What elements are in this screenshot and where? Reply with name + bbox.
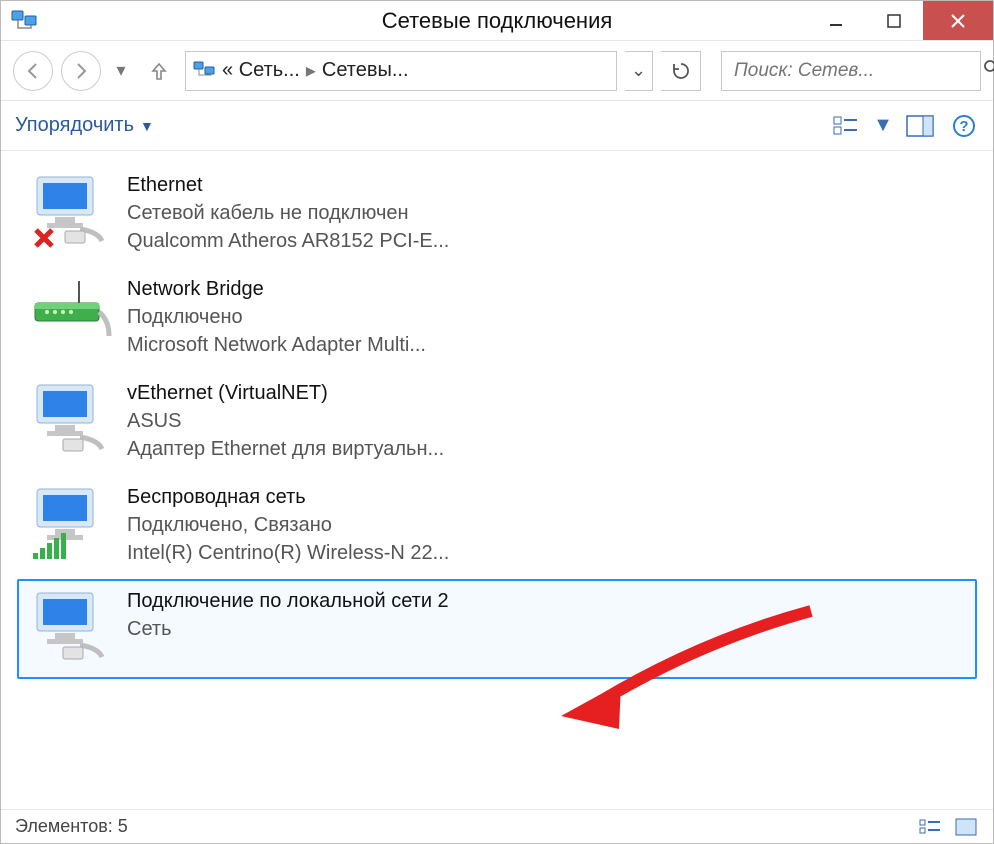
bridge-icon xyxy=(25,275,113,355)
preview-pane-icon[interactable] xyxy=(905,113,935,139)
address-bar[interactable]: « Сеть... ▸ Сетевы... xyxy=(185,51,617,91)
connection-device: Qualcomm Atheros AR8152 PCI-E... xyxy=(127,227,449,255)
connection-name: Подключение по локальной сети 2 xyxy=(127,587,449,615)
connection-status: Подключено xyxy=(127,303,426,331)
details-view-icon[interactable] xyxy=(917,816,943,838)
chevron-down-icon: ▼ xyxy=(140,118,154,134)
close-button[interactable] xyxy=(923,1,993,40)
refresh-button[interactable] xyxy=(661,51,701,91)
connection-item[interactable]: vEthernet (VirtualNET) ASUS Адаптер Ethe… xyxy=(17,371,977,475)
connection-ethernet-icon xyxy=(25,379,113,459)
svg-text:?: ? xyxy=(959,118,968,135)
titlebar: Сетевые подключения xyxy=(1,1,993,41)
window: Сетевые подключения ▾ xyxy=(0,0,994,844)
app-icon xyxy=(11,10,37,32)
connection-device: Адаптер Ethernet для виртуальн... xyxy=(127,435,444,463)
connection-item-selected[interactable]: Подключение по локальной сети 2 Сеть xyxy=(17,579,977,679)
connection-status: Сетевой кабель не подключен xyxy=(127,199,449,227)
connection-item[interactable]: Network Bridge Подключено Microsoft Netw… xyxy=(17,267,977,371)
search-icon xyxy=(983,59,994,83)
connection-status: ASUS xyxy=(127,407,444,435)
help-icon[interactable]: ? xyxy=(949,113,979,139)
breadcrumb-start: « xyxy=(222,59,233,82)
search-input[interactable] xyxy=(732,59,983,83)
connection-device: Intel(R) Centrino(R) Wireless-N 22... xyxy=(127,539,449,567)
connection-wifi-icon xyxy=(25,483,113,563)
connection-name: Беспроводная сеть xyxy=(127,483,449,511)
status-bar: Элементов: 5 xyxy=(1,809,993,843)
connection-ethernet-icon xyxy=(25,587,113,667)
connection-name: Network Bridge xyxy=(127,275,426,303)
connection-device: Сеть xyxy=(127,615,449,643)
view-details-icon[interactable] xyxy=(831,113,861,139)
connection-device: Microsoft Network Adapter Multi... xyxy=(127,331,426,359)
organize-menu[interactable]: Упорядочить ▼ xyxy=(15,114,154,137)
toolbar: Упорядочить ▼ ▼ ? xyxy=(1,101,993,151)
breadcrumb-item[interactable]: Сетевы... xyxy=(322,59,409,82)
breadcrumb-item[interactable]: Сеть... xyxy=(239,59,300,82)
connection-disconnected-icon xyxy=(25,171,113,251)
connections-list: Ethernet Сетевой кабель не подключен Qua… xyxy=(1,151,993,809)
maximize-button[interactable] xyxy=(865,1,923,40)
status-label: Элементов: 5 xyxy=(15,816,128,837)
organize-label: Упорядочить xyxy=(15,114,134,137)
connection-name: vEthernet (VirtualNET) xyxy=(127,379,444,407)
connection-name: Ethernet xyxy=(127,171,449,199)
up-button[interactable] xyxy=(141,53,177,89)
back-button[interactable] xyxy=(13,51,53,91)
large-icons-view-icon[interactable] xyxy=(953,816,979,838)
forward-button[interactable] xyxy=(61,51,101,91)
connection-item[interactable]: Ethernet Сетевой кабель не подключен Qua… xyxy=(17,163,977,267)
search-box[interactable] xyxy=(721,51,981,91)
network-icon xyxy=(192,59,216,83)
chevron-right-icon: ▸ xyxy=(306,58,316,83)
connection-item[interactable]: Беспроводная сеть Подключено, Связано In… xyxy=(17,475,977,579)
connection-status: Подключено, Связано xyxy=(127,511,449,539)
address-dropdown[interactable]: ⌄ xyxy=(625,51,653,91)
minimize-button[interactable] xyxy=(807,1,865,40)
navigation-bar: ▾ « Сеть... ▸ Сетевы... ⌄ xyxy=(1,41,993,101)
view-dropdown[interactable]: ▼ xyxy=(875,113,891,139)
history-dropdown[interactable]: ▾ xyxy=(109,60,133,81)
